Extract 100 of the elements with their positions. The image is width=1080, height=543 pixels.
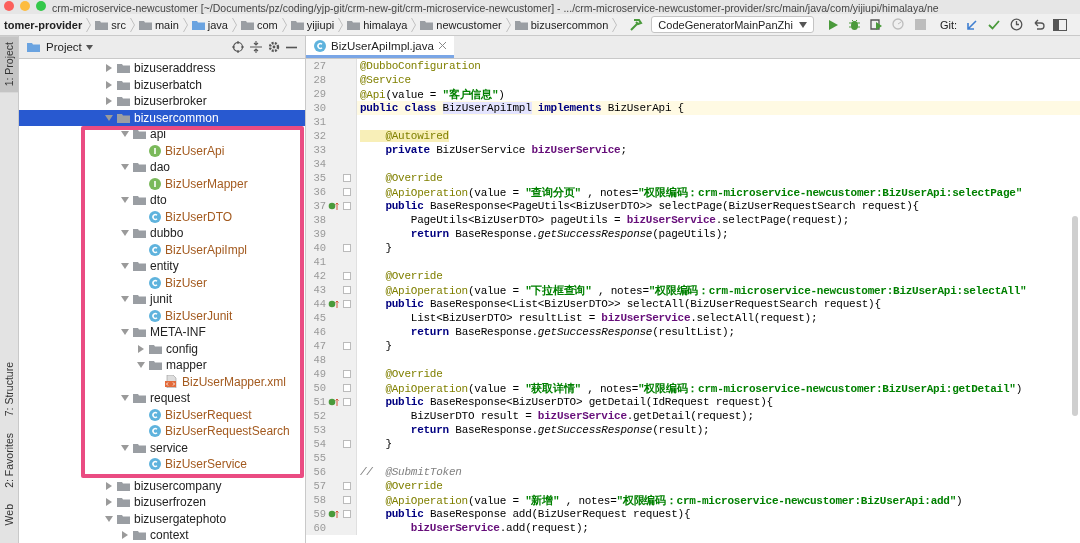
override-marker-icon[interactable]: [327, 509, 339, 519]
project-view-dropdown[interactable]: Project: [46, 41, 93, 53]
close-light[interactable]: [4, 1, 14, 11]
tree-item[interactable]: BizUserDTO: [19, 208, 305, 225]
collapsed-arrow-icon[interactable]: [121, 531, 129, 540]
fold-marker-icon[interactable]: [343, 482, 351, 490]
tree-item[interactable]: BizUserRequest: [19, 406, 305, 423]
tree-item[interactable]: META-INF: [19, 324, 305, 341]
tree-item[interactable]: BizUserJunit: [19, 307, 305, 324]
fold-marker-icon[interactable]: [343, 202, 351, 210]
close-icon[interactable]: [438, 42, 446, 49]
fold-marker-icon[interactable]: [343, 398, 351, 406]
fold-marker-icon[interactable]: [343, 244, 351, 252]
expanded-arrow-icon[interactable]: [105, 514, 113, 523]
tree-item[interactable]: bizuserfrozen: [19, 494, 305, 511]
fold-marker-icon[interactable]: [343, 188, 351, 196]
tree-item[interactable]: BizUserMapper: [19, 175, 305, 192]
tree-item[interactable]: api: [19, 126, 305, 143]
expanded-arrow-icon[interactable]: [121, 262, 129, 271]
editor-tab[interactable]: BizUserApiImpl.java: [306, 36, 454, 58]
tree-item[interactable]: bizusergatephoto: [19, 510, 305, 527]
side-tab[interactable]: 1: Project: [0, 36, 18, 93]
expanded-arrow-icon[interactable]: [105, 113, 113, 122]
side-tab[interactable]: 2: Favorites: [0, 426, 18, 494]
side-tab[interactable]: Web: [0, 497, 18, 531]
override-marker-icon[interactable]: [327, 299, 339, 309]
tree-item[interactable]: bizuseraddress: [19, 60, 305, 77]
tree-item[interactable]: bizuserbroker: [19, 93, 305, 110]
target-icon[interactable]: [232, 41, 244, 53]
line-number: 44: [312, 298, 326, 310]
breadcrumb[interactable]: java: [187, 18, 232, 31]
code-text: @Service: [360, 74, 411, 86]
collapsed-arrow-icon[interactable]: [105, 64, 113, 73]
breadcrumb[interactable]: com: [236, 18, 282, 31]
zoom-light[interactable]: [36, 1, 46, 11]
tree-item[interactable]: bizusercommon: [19, 109, 305, 126]
tree-item[interactable]: config: [19, 340, 305, 357]
tree-item[interactable]: BizUserRequestSearch: [19, 423, 305, 440]
expanded-arrow-icon[interactable]: [121, 229, 129, 238]
tree-item[interactable]: junit: [19, 291, 305, 308]
tree-item[interactable]: bizuserbatch: [19, 76, 305, 93]
expanded-arrow-icon[interactable]: [121, 130, 129, 139]
expanded-arrow-icon[interactable]: [121, 163, 129, 172]
fold-marker-icon[interactable]: [343, 300, 351, 308]
expanded-arrow-icon[interactable]: [121, 443, 129, 452]
expanded-arrow-icon[interactable]: [121, 295, 129, 304]
fold-marker-icon[interactable]: [343, 342, 351, 350]
breadcrumb[interactable]: bizusercommon: [510, 18, 613, 31]
tree-item[interactable]: BizUserApi: [19, 142, 305, 159]
tree-item[interactable]: mapper: [19, 357, 305, 374]
fold-marker-icon[interactable]: [343, 272, 351, 280]
tree-item[interactable]: dao: [19, 159, 305, 176]
side-tab[interactable]: 7: Structure: [0, 356, 18, 423]
chevron-icon: [129, 17, 135, 32]
collapsed-arrow-icon[interactable]: [105, 97, 113, 106]
collapsed-arrow-icon[interactable]: [137, 344, 145, 353]
expanded-arrow-icon[interactable]: [121, 394, 129, 403]
collapsed-arrow-icon[interactable]: [105, 80, 113, 89]
breadcrumb[interactable]: yijiupi: [286, 18, 339, 31]
fold-marker-icon[interactable]: [343, 496, 351, 504]
expanded-arrow-icon[interactable]: [137, 361, 145, 370]
code-text: public class BizUserApiImpl implements BizUserApi {: [360, 102, 684, 114]
code-text: bizUserService.add(request);: [409, 522, 589, 534]
collapsed-arrow-icon[interactable]: [105, 481, 113, 490]
override-marker-icon[interactable]: [327, 397, 339, 407]
tree-item[interactable]: BizUser: [19, 274, 305, 291]
collapse-icon[interactable]: [250, 41, 262, 53]
chevron-icon: [612, 17, 618, 32]
breadcrumb[interactable]: himalaya: [343, 18, 412, 31]
tree-item[interactable]: BizUserApiImpl: [19, 241, 305, 258]
tree-item[interactable]: context: [19, 527, 305, 543]
settings-icon[interactable]: [268, 41, 280, 53]
fold-marker-icon[interactable]: [343, 440, 351, 448]
minimize-icon[interactable]: [286, 45, 297, 49]
window-title: crm-microservice-newcustomer [~/Documents/pz/coding/yjp-git/crm-new-git/crm-microservice-newcustomer] - .../crm-microservice-newcustomer-provider/src/main/java/com/yijiupi/himalaya/ne: [52, 2, 939, 14]
expanded-arrow-icon[interactable]: [121, 328, 129, 337]
breadcrumb[interactable]: tomer-provider: [0, 18, 87, 31]
tree-item[interactable]: bizusercompany: [19, 477, 305, 494]
line-number: 32: [312, 130, 326, 142]
tree-item[interactable]: BizUserMapper.xml: [19, 373, 305, 390]
tree-item[interactable]: request: [19, 390, 305, 407]
run-config-dropdown[interactable]: CodeGeneratorMainPanZhi: [651, 16, 814, 33]
tree-item[interactable]: BizUserService: [19, 456, 305, 473]
fold-marker-icon[interactable]: [343, 510, 351, 518]
fold-marker-icon[interactable]: [343, 370, 351, 378]
chevron-icon: [338, 17, 344, 32]
fold-marker-icon[interactable]: [343, 286, 351, 294]
tree-item[interactable]: dubbo: [19, 225, 305, 242]
breadcrumb[interactable]: newcustomer: [416, 18, 506, 31]
breadcrumb[interactable]: src: [91, 18, 130, 31]
expanded-arrow-icon[interactable]: [121, 196, 129, 205]
tree-item[interactable]: entity: [19, 258, 305, 275]
collapsed-arrow-icon[interactable]: [105, 498, 113, 507]
fold-marker-icon[interactable]: [343, 384, 351, 392]
breadcrumb[interactable]: main: [134, 18, 183, 31]
fold-marker-icon[interactable]: [343, 174, 351, 182]
tree-item[interactable]: dto: [19, 192, 305, 209]
tree-item[interactable]: service: [19, 439, 305, 456]
override-marker-icon[interactable]: [327, 201, 339, 211]
scrollbar[interactable]: [1072, 216, 1078, 416]
